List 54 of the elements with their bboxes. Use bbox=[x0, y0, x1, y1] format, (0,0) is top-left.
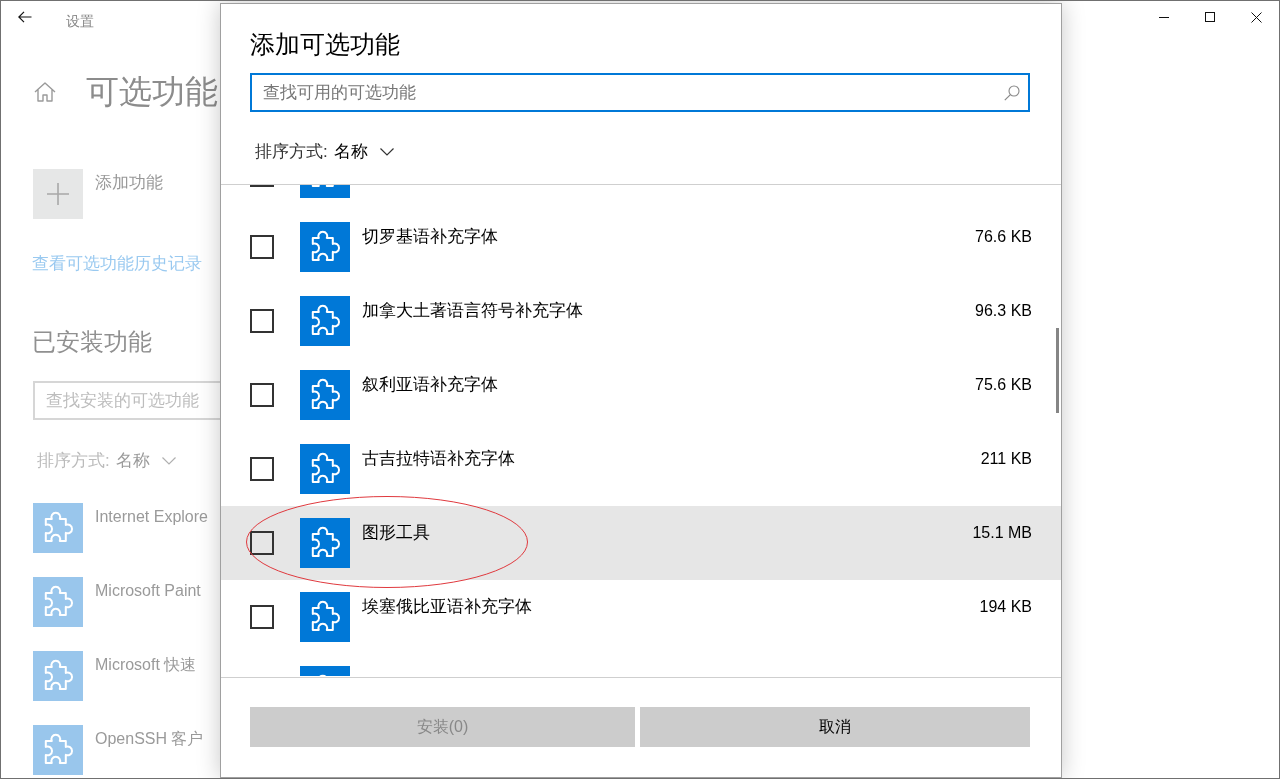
puzzle-icon bbox=[300, 296, 350, 346]
feature-size: 15.1 MB bbox=[972, 523, 1032, 543]
feature-size: 96.3 KB bbox=[975, 301, 1032, 321]
feature-size: 75.6 KB bbox=[975, 375, 1032, 395]
puzzle-icon bbox=[300, 370, 350, 420]
feature-size: 76.6 KB bbox=[975, 227, 1032, 247]
feature-row[interactable]: 叙利亚语补充字体 75.6 KB bbox=[221, 358, 1061, 432]
page-title: 可选功能 bbox=[86, 72, 218, 112]
dialog-button[interactable]: 取消 bbox=[640, 707, 1030, 747]
minimize-icon bbox=[1159, 16, 1169, 18]
checkbox[interactable] bbox=[250, 457, 274, 481]
feature-row[interactable]: 古吉拉特语补充字体 211 KB bbox=[221, 432, 1061, 506]
feature-row[interactable]: 图形工具 15.1 MB bbox=[221, 506, 1061, 580]
feature-name: 古吉拉特语补充字体 bbox=[362, 448, 515, 470]
chevron-down-icon bbox=[161, 457, 176, 465]
feature-row[interactable]: 切罗基语补充字体 76.6 KB bbox=[221, 210, 1061, 284]
feature-name: 切罗基语补充字体 bbox=[362, 226, 498, 248]
puzzle-icon bbox=[33, 503, 83, 553]
checkbox[interactable] bbox=[250, 383, 274, 407]
feature-name: 图形工具 bbox=[362, 522, 430, 544]
home-icon[interactable] bbox=[34, 82, 56, 102]
close-icon bbox=[1250, 11, 1262, 23]
checkbox[interactable] bbox=[250, 605, 274, 629]
feature-size: 211 KB bbox=[980, 449, 1032, 469]
puzzle-icon bbox=[33, 651, 83, 701]
feature-row[interactable]: 埃塞俄比亚语补充字体 194 KB bbox=[221, 580, 1061, 654]
feature-size: 194 KB bbox=[979, 597, 1032, 617]
puzzle-icon bbox=[300, 185, 350, 198]
puzzle-icon bbox=[33, 577, 83, 627]
puzzle-icon bbox=[300, 666, 350, 676]
feature-name: 叙利亚语补充字体 bbox=[362, 374, 498, 396]
back-arrow-icon bbox=[18, 11, 32, 23]
window-title: 设置 bbox=[66, 12, 94, 31]
puzzle-icon bbox=[33, 725, 83, 775]
scrollbar-thumb[interactable] bbox=[1056, 328, 1059, 413]
dialog-title: 添加可选功能 bbox=[250, 29, 401, 60]
puzzle-icon bbox=[300, 444, 350, 494]
sort-dropdown[interactable]: 名称 bbox=[333, 141, 394, 163]
puzzle-icon bbox=[300, 518, 350, 568]
puzzle-icon bbox=[300, 222, 350, 272]
search-icon[interactable] bbox=[1004, 85, 1020, 101]
sort-label: 排序方式: bbox=[37, 450, 110, 472]
checkbox[interactable] bbox=[250, 531, 274, 555]
feature-name: 埃塞俄比亚语补充字体 bbox=[362, 596, 532, 618]
checkbox[interactable] bbox=[250, 309, 274, 333]
puzzle-icon bbox=[300, 592, 350, 642]
feature-name: 加拿大土著语言符号补充字体 bbox=[362, 300, 583, 322]
maximize-icon bbox=[1205, 12, 1215, 22]
feature-row[interactable]: 加拿大土著语言符号补充字体 96.3 KB bbox=[221, 284, 1061, 358]
checkbox[interactable] bbox=[250, 235, 274, 259]
sort-label: 排序方式: bbox=[255, 141, 328, 163]
section-heading: 已安装功能 bbox=[32, 327, 152, 357]
search-field[interactable]: 查找可用的可选功能 bbox=[250, 73, 1030, 112]
chevron-down-icon bbox=[379, 148, 394, 156]
